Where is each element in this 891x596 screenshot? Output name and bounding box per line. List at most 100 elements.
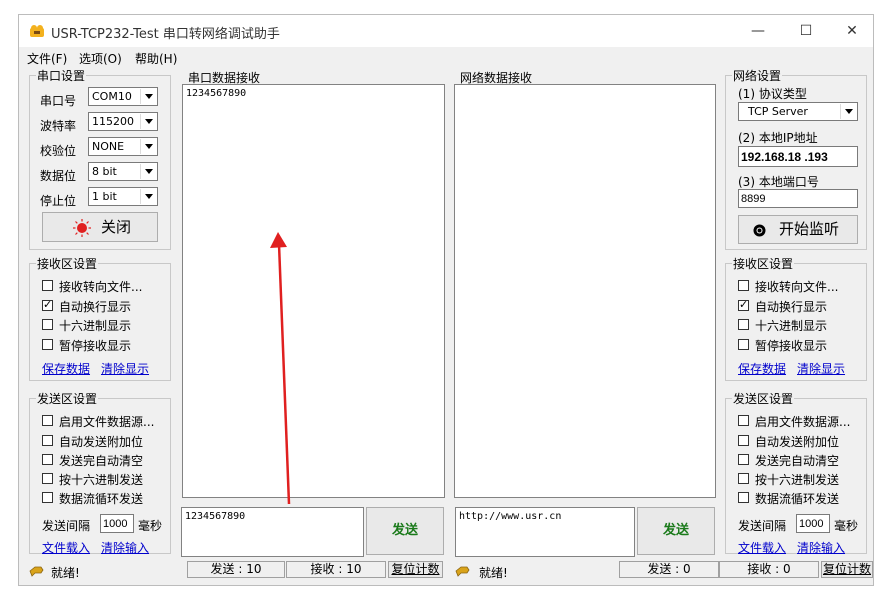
right-interval-input[interactable] — [796, 514, 830, 533]
checkbox-icon — [42, 454, 53, 465]
checkbox-checked-icon — [42, 298, 53, 312]
checkbox-icon — [42, 319, 53, 330]
databits-select[interactable]: 8 bit — [88, 162, 158, 181]
checkbox-label: 接收转向文件... — [755, 280, 839, 294]
checkbox-icon — [42, 435, 53, 446]
checkbox-label: 启用文件数据源... — [59, 415, 155, 429]
parity-select[interactable]: NONE — [88, 137, 158, 156]
checkbox-label: 发送完自动清空 — [755, 454, 840, 468]
menu-options[interactable]: 选项(O) — [79, 50, 122, 67]
stopbits-select[interactable]: 1 bit — [88, 187, 158, 206]
chevron-down-icon — [840, 104, 856, 119]
right-send-settings-group: 发送区设置 启用文件数据源... 自动发送附加位 发送完自动清空 按十六进制发送… — [725, 390, 867, 556]
right-sent-count: 发送 : 0 — [619, 561, 719, 578]
right-save-data-link[interactable]: 保存数据 — [738, 360, 786, 377]
checkbox-label: 按十六进制发送 — [755, 473, 840, 487]
left-reset-count-button[interactable]: 复位计数 — [388, 561, 443, 578]
checkbox-label: 自动发送附加位 — [755, 435, 840, 449]
left-send-settings-title: 发送区设置 — [36, 390, 99, 407]
serial-receive-textarea[interactable]: 1234567890 — [182, 84, 445, 498]
left-clear-display-link[interactable]: 清除显示 — [101, 360, 149, 377]
local-port-input[interactable] — [738, 189, 858, 208]
left-save-data-link[interactable]: 保存数据 — [42, 360, 90, 377]
checkbox-label: 暂停接收显示 — [755, 339, 828, 353]
right-clear-input-link[interactable]: 清除输入 — [797, 539, 845, 556]
right-status-ready: 就绪! — [479, 566, 508, 580]
checkbox-label: 启用文件数据源... — [755, 415, 851, 429]
databits-label: 数据位 — [40, 169, 77, 183]
network-send-button[interactable]: 发送 — [637, 507, 715, 555]
left-sent-count: 发送 : 10 — [187, 561, 285, 578]
checkbox-icon — [738, 473, 749, 484]
checkbox-label: 数据流循环发送 — [755, 492, 840, 506]
stopbits-label: 停止位 — [40, 194, 77, 208]
chevron-down-icon — [140, 189, 156, 204]
serial-settings-group: 串口设置 串口号 COM10 波特率 115200 校验位 NONE 数据位 8… — [29, 67, 171, 250]
left-clear-input-link[interactable]: 清除输入 — [101, 539, 149, 556]
port-select[interactable]: COM10 — [88, 87, 158, 106]
close-port-label: 关闭 — [101, 218, 132, 236]
left-status-ready: 就绪! — [51, 566, 80, 580]
close-port-button[interactable]: 关闭 — [42, 212, 158, 242]
network-receive-textarea[interactable] — [454, 84, 716, 498]
checkbox-label: 数据流循环发送 — [59, 492, 144, 506]
maximize-button[interactable]: ☐ — [783, 15, 829, 47]
checkbox-icon — [42, 473, 53, 484]
menu-file[interactable]: 文件(F) — [27, 50, 67, 67]
left-status-hand-icon — [29, 566, 44, 577]
start-listen-label: 开始监听 — [779, 220, 840, 238]
left-receive-settings-title: 接收区设置 — [36, 255, 99, 272]
checkbox-icon — [738, 280, 749, 291]
close-button[interactable]: ✕ — [829, 15, 875, 47]
checkbox-icon — [738, 415, 749, 426]
chevron-down-icon — [140, 139, 156, 154]
port-value: COM10 — [92, 90, 132, 103]
menu-bar: 文件(F) 选项(O) 帮助(H) — [19, 47, 873, 67]
checkbox-label: 暂停接收显示 — [59, 339, 132, 353]
left-interval-input[interactable] — [100, 514, 134, 533]
checkbox-label: 十六进制显示 — [755, 319, 828, 333]
ip-input[interactable] — [738, 146, 858, 167]
right-file-load-link[interactable]: 文件载入 — [738, 539, 786, 556]
checkbox-label: 十六进制显示 — [59, 319, 132, 333]
baud-label: 波特率 — [40, 119, 77, 133]
checkbox-label: 按十六进制发送 — [59, 473, 144, 487]
chevron-down-icon — [140, 89, 156, 104]
serial-send-textarea[interactable]: 1234567890 — [181, 507, 364, 557]
right-clear-display-link[interactable]: 清除显示 — [797, 360, 845, 377]
right-interval-unit: 毫秒 — [834, 519, 859, 533]
right-interval-label: 发送间隔 — [738, 519, 787, 533]
checkbox-icon — [738, 492, 749, 503]
left-file-load-link[interactable]: 文件载入 — [42, 539, 90, 556]
left-interval-unit: 毫秒 — [138, 519, 163, 533]
start-listen-button[interactable]: 开始监听 — [738, 215, 858, 244]
right-reset-count-button[interactable]: 复位计数 — [821, 561, 873, 578]
checkbox-icon — [738, 339, 749, 350]
title-bar[interactable]: USR-TCP232-Test 串口转网络调试助手 — ☐ ✕ — [19, 15, 873, 47]
baud-select[interactable]: 115200 — [88, 112, 158, 131]
left-interval-label: 发送间隔 — [42, 519, 91, 533]
right-receive-settings-group: 接收区设置 接收转向文件... 自动换行显示 十六进制显示 暂停接收显示 保存数… — [725, 255, 867, 381]
radio-dot-icon — [753, 224, 766, 237]
serial-receive-group: 串口数据接收 1234567890 — [179, 69, 447, 500]
app-icon — [30, 25, 44, 37]
checkbox-label: 自动换行显示 — [59, 300, 132, 314]
network-send-textarea[interactable]: http://www.usr.cn — [455, 507, 635, 557]
checkbox-icon — [42, 415, 53, 426]
protocol-select[interactable]: TCP Server — [738, 102, 858, 121]
checkbox-label: 接收转向文件... — [59, 280, 143, 294]
red-arrow-annotation — [270, 232, 291, 505]
checkbox-checked-icon — [738, 298, 749, 312]
network-settings-title: 网络设置 — [732, 67, 783, 84]
protocol-value: TCP Server — [748, 105, 808, 118]
serial-send-button[interactable]: 发送 — [366, 507, 444, 555]
minimize-button[interactable]: — — [735, 15, 781, 47]
stopbits-value: 1 bit — [92, 190, 117, 203]
menu-help[interactable]: 帮助(H) — [135, 50, 177, 67]
checkbox-label: 自动换行显示 — [755, 300, 828, 314]
checkbox-label: 自动发送附加位 — [59, 435, 144, 449]
chevron-down-icon — [140, 164, 156, 179]
window-title: USR-TCP232-Test 串口转网络调试助手 — [51, 27, 280, 42]
checkbox-icon — [42, 492, 53, 503]
parity-value: NONE — [92, 140, 125, 153]
